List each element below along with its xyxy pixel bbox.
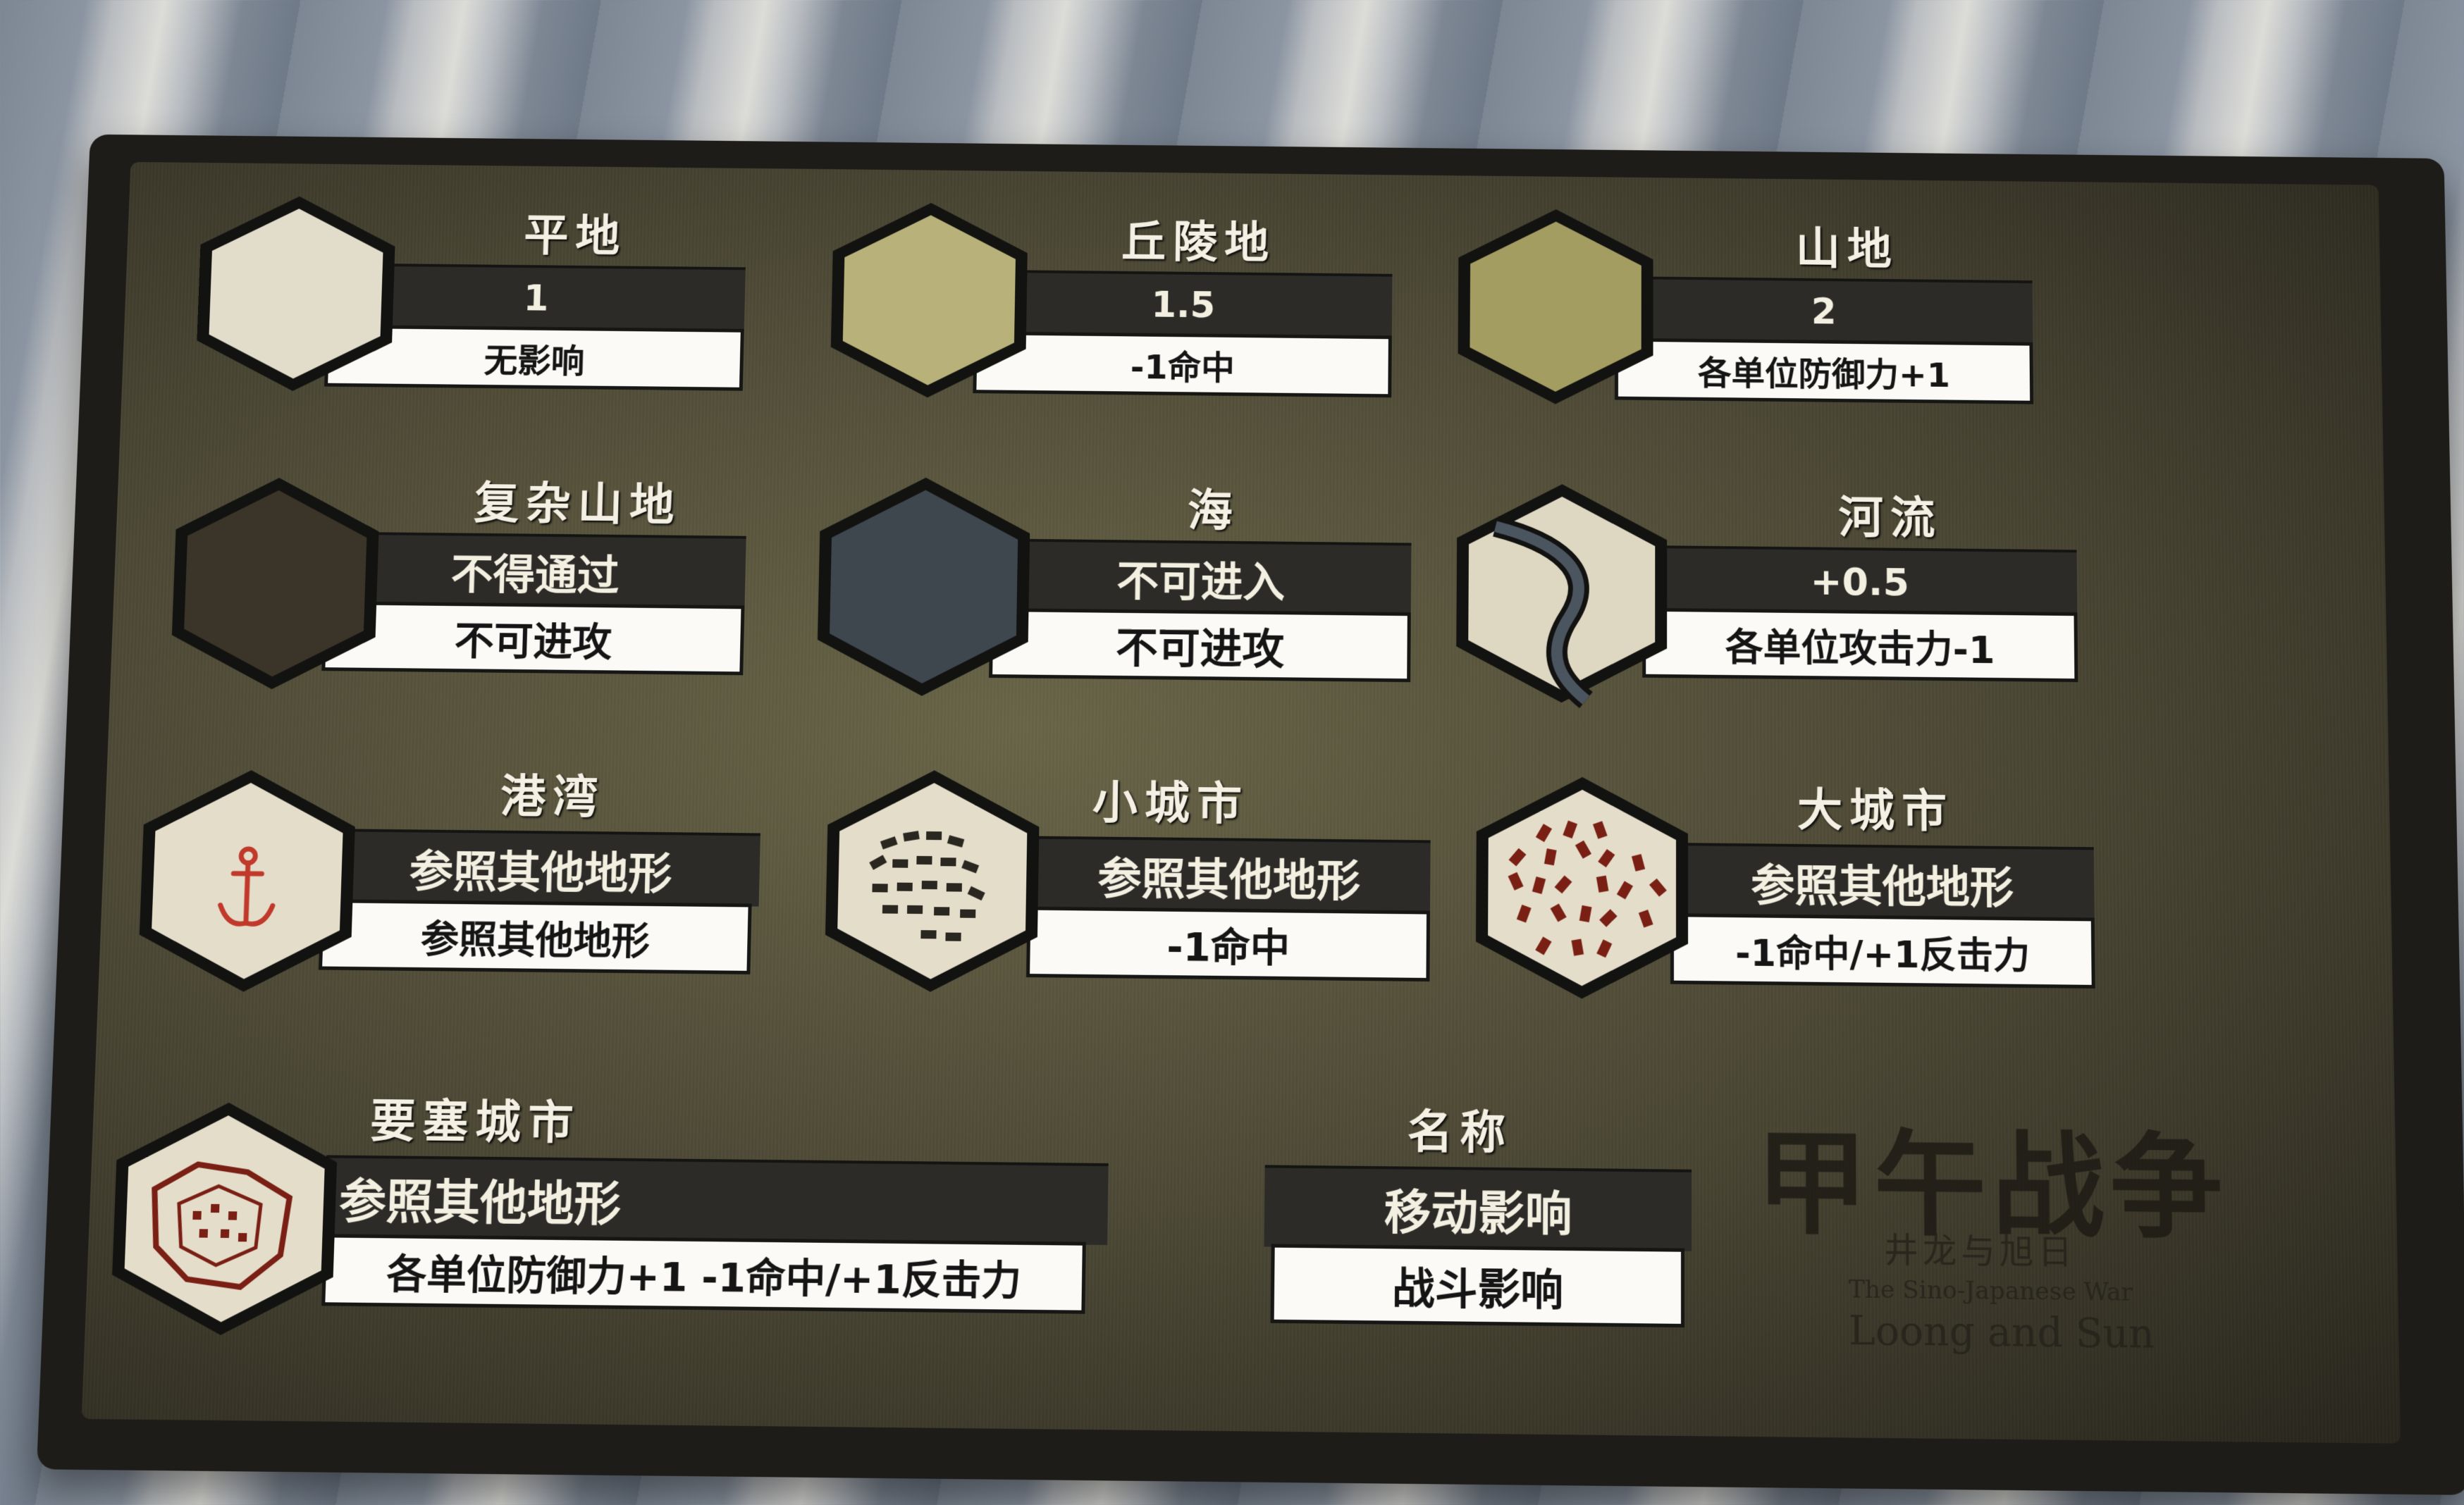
terrain-tile-harbor: 港湾 参照其他地形 参照其他地形: [126, 757, 783, 1003]
legend-combat: 战斗影响: [1270, 1244, 1685, 1328]
combat-effect: 不可进攻: [989, 607, 1411, 683]
move-effect: 参照其他地形: [1670, 843, 2095, 921]
terrain-tile-plain: 平地 1 无影响: [184, 195, 768, 408]
combat-effect: 各单位攻击力-1: [1642, 607, 2078, 683]
terrain-tile-river: 河流 +0.5 各单位攻击力-1: [1446, 478, 2100, 714]
move-effect: 不可进入: [990, 538, 1412, 616]
combat-effect: -1命中/+1反击力: [1670, 913, 2095, 989]
plain-hex-icon: [195, 195, 397, 392]
terrain-name: 海: [1187, 484, 1240, 538]
terrain-name: 山地: [1795, 223, 1899, 275]
terrain-tile-rough-mountain: 复杂山地 不得通过 不可进攻: [159, 464, 769, 700]
combat-effect: 参照其他地形: [318, 899, 752, 974]
game-logo: 甲午战争 井龙与旭日 The Sino-Japanese War Loong a…: [1756, 1091, 2299, 1370]
terrain-tile-mountain: 山地 2 各单位防御力+1: [1447, 208, 2075, 421]
terrain-name: 河流: [1838, 491, 1942, 545]
combat-effect: -1命中: [1025, 906, 1431, 982]
terrain-name: 大城市: [1797, 784, 1954, 838]
terrain-name: 港湾: [500, 769, 606, 824]
sea-hex-icon: [816, 476, 1031, 698]
move-effect: 参照其他地形: [324, 1155, 1109, 1246]
legend-tile: 名称 移动影响 战斗影响: [1263, 1094, 1706, 1356]
terrain-tile-large-city: 大城市 参照其他地形 -1命中/+1反击力: [1465, 770, 2117, 1017]
logo-subtitle: 井龙与旭日: [1884, 1230, 2077, 1273]
terrain-tile-fortress-city: 要塞城市 参照其他地形 各单位防御力+1 -1命中/+1反击力: [99, 1082, 1131, 1351]
card-panel: 平地 1 无影响 丘陵地 1.5 -1命中 山地 2 各单位防御力+1 复杂山地…: [81, 161, 2401, 1444]
river-hex-icon: [1446, 483, 1668, 710]
move-effect: 2: [1615, 276, 2033, 345]
combat-effect: 各单位防御力+1 -1命中/+1反击力: [321, 1234, 1086, 1314]
combat-effect: 各单位防御力+1: [1615, 337, 2034, 404]
fortress-city-hex-icon: [109, 1101, 339, 1337]
terrain-tile-hills: 丘陵地 1.5 -1命中: [819, 202, 1400, 414]
logo-english-1: The Sino-Japanese War: [1848, 1275, 2133, 1307]
terrain-name: 小城市: [1092, 776, 1250, 831]
rough-mountain-hex-icon: [170, 476, 381, 690]
hills-hex-icon: [830, 202, 1029, 399]
terrain-tile-sea: 海 不可进入 不可进攻: [806, 471, 1426, 707]
logo-english-2: Loong and Sun: [1848, 1307, 2155, 1358]
terrain-name: 要塞城市: [369, 1094, 581, 1151]
harbor-hex-icon: [137, 769, 357, 993]
move-effect: 参照其他地形: [321, 829, 760, 907]
terrain-name: 复杂山地: [473, 477, 682, 531]
terrain-name: 丘陵地: [1121, 216, 1276, 269]
move-effect: 参照其他地形: [1027, 836, 1431, 914]
terrain-tile-small-city: 小城市 参照其他地形 -1命中: [813, 764, 1438, 1010]
terrain-name: 平地: [523, 209, 628, 262]
legend-name: 名称: [1407, 1105, 1513, 1160]
move-effect: +0.5: [1642, 545, 2078, 616]
legend-move: 移动影响: [1264, 1165, 1692, 1251]
large-city-hex-icon: [1475, 776, 1689, 1001]
terrain-reference-card: 平地 1 无影响 丘陵地 1.5 -1命中 山地 2 各单位防御力+1 复杂山地…: [36, 134, 2464, 1495]
small-city-hex-icon: [824, 769, 1040, 993]
mountain-hex-icon: [1458, 208, 1653, 405]
